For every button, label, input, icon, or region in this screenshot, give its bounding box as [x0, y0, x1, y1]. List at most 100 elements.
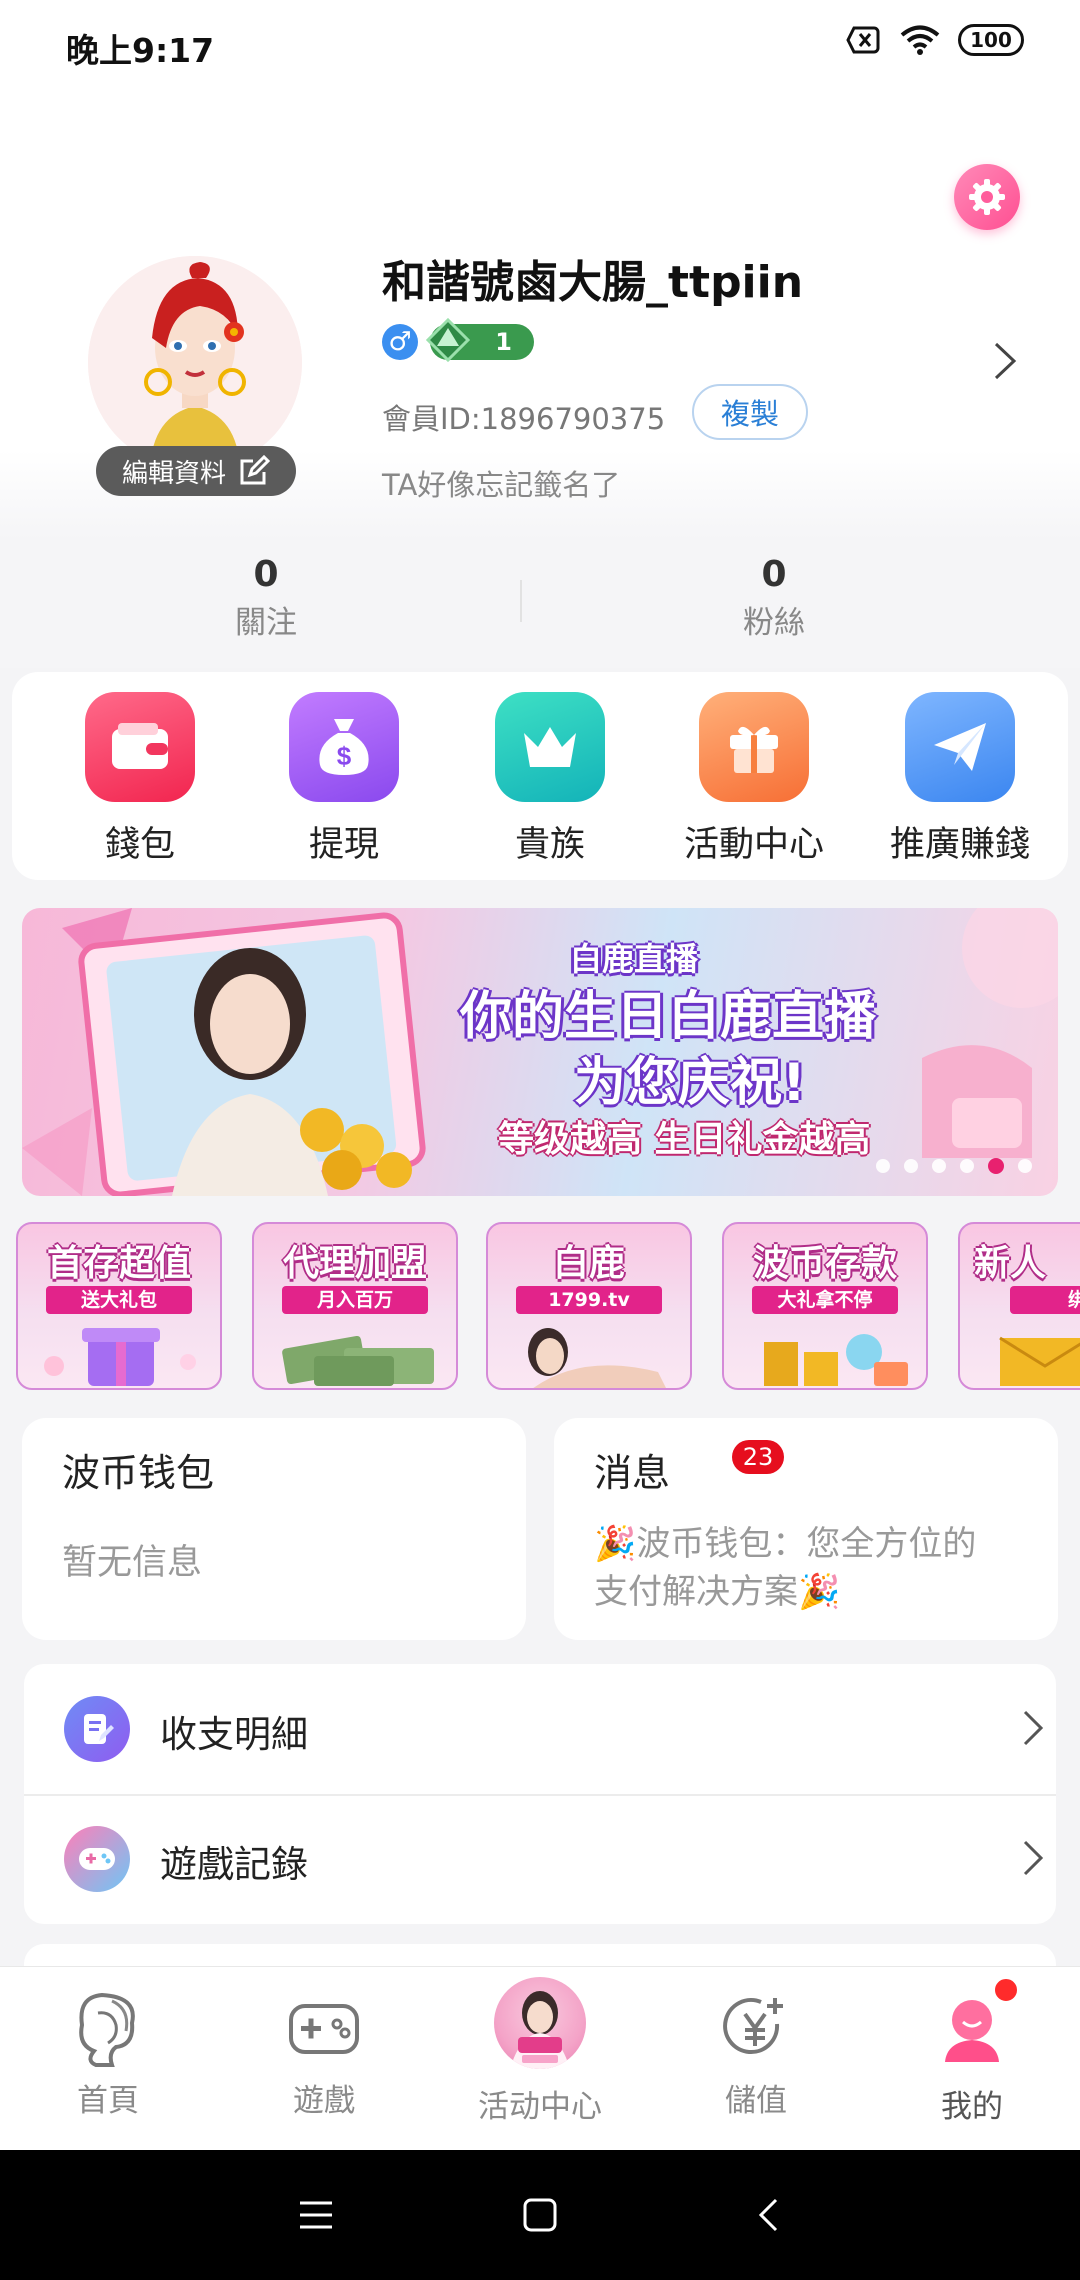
list-item-game-records[interactable]: 遊戲記錄	[24, 1794, 1056, 1924]
stat-following[interactable]: 0 關注	[116, 554, 416, 642]
list-item-label: 遊戲記錄	[160, 1843, 308, 1886]
edit-profile-label: 編輯資料	[121, 458, 226, 489]
list-item-transactions[interactable]: 收支明細	[24, 1664, 1056, 1794]
chevron-right-icon[interactable]	[990, 338, 1020, 384]
promo-title: 新人	[974, 1243, 1047, 1284]
woman-profile-icon	[68, 1989, 148, 2069]
promo-title: 首存超值	[46, 1243, 191, 1284]
following-count: 0	[253, 554, 279, 595]
cash-stack-icon	[282, 1335, 434, 1386]
gift-icon	[699, 692, 809, 802]
pagination-dot[interactable]	[988, 1158, 1004, 1174]
quick-action-promote[interactable]: 推廣賺錢	[870, 692, 1050, 867]
promo-title: 代理加盟	[282, 1243, 427, 1284]
quick-action-label: 提現	[308, 825, 379, 865]
level-number: 1	[495, 328, 512, 356]
tab-label: 我的	[941, 2089, 1003, 2125]
quick-action-wallet[interactable]: 錢包	[50, 692, 230, 867]
pagination-dot[interactable]	[932, 1159, 946, 1173]
promo-title: 波币存款	[752, 1243, 897, 1284]
quick-action-nobility[interactable]: 貴族	[460, 692, 640, 867]
banner-subline: 等级越高 生日礼金越高	[498, 1119, 871, 1160]
avatar[interactable]	[88, 256, 302, 470]
model-photo-icon	[528, 1328, 666, 1388]
tab-mine[interactable]: 我的	[864, 1967, 1080, 2151]
settings-button[interactable]	[954, 164, 1020, 230]
promo-subtitle: 月入百万	[282, 1286, 428, 1314]
quick-action-label: 推廣賺錢	[889, 825, 1030, 865]
back-nav-button[interactable]	[738, 2190, 798, 2240]
copy-button[interactable]: 複製	[692, 384, 808, 440]
notification-dot	[992, 1976, 1020, 2004]
badges: ♂ 1	[382, 318, 534, 362]
quick-action-label: 活動中心	[683, 825, 824, 865]
tab-label: 遊戲	[293, 2083, 355, 2119]
tab-activity-center[interactable]: 活动中心	[432, 1967, 648, 2151]
stat-divider	[520, 580, 522, 622]
tab-home[interactable]: 首頁	[0, 1967, 216, 2151]
home-nav-button[interactable]	[510, 2190, 570, 2240]
chevron-right-icon	[1023, 1840, 1044, 1876]
back-icon	[758, 2198, 778, 2232]
envelope-icon	[999, 1336, 1080, 1386]
quick-action-withdraw[interactable]: $ 提現	[254, 692, 434, 867]
promo-card[interactable]: 白鹿 1799.tv	[486, 1222, 692, 1390]
promo-card[interactable]: 首存超值 送大礼包	[16, 1222, 222, 1390]
status-icons: 100	[846, 24, 1024, 56]
pagination-dot[interactable]	[960, 1159, 974, 1173]
wallet-card-body: 暂无信息	[62, 1543, 203, 1583]
promo-card[interactable]: 新人 绑定手机	[958, 1222, 1080, 1390]
pagination-dot[interactable]	[876, 1159, 890, 1173]
level-badge: 1	[426, 318, 534, 362]
follow-stats: 0 關注 0 粉絲	[0, 540, 1080, 668]
paper-plane-icon	[905, 692, 1015, 802]
gamepad-icon	[284, 1989, 364, 2069]
signature: TA好像忘記籤名了	[382, 468, 621, 502]
svg-text:$: $	[337, 741, 352, 771]
profile-header: 編輯資料 和諧號鹵大腸_ttpiin ♂ 1 會員ID:1896790375 複…	[0, 88, 1080, 540]
banner-headline-2: 为您庆祝!	[574, 1053, 806, 1113]
gift-box-icon	[44, 1328, 196, 1386]
system-navigation-bar	[0, 2150, 1080, 2280]
promo-cards: 首存超值 送大礼包 代理加盟 月入百万 白鹿 1799.tv 波币存款 大礼拿不…	[16, 1222, 1080, 1392]
wallet-card[interactable]: 波币钱包 暂无信息	[22, 1418, 526, 1640]
menu-icon	[300, 2201, 332, 2229]
menu-nav-button[interactable]	[286, 2190, 346, 2240]
promo-card[interactable]: 代理加盟 月入百万	[252, 1222, 458, 1390]
promo-subtitle: 送大礼包	[46, 1286, 192, 1314]
quick-action-label: 貴族	[514, 825, 585, 865]
avatar-cartoon-icon	[88, 256, 302, 470]
member-id: 會員ID:1896790375	[382, 402, 666, 436]
banner-pagination	[876, 1158, 1032, 1174]
money-bag-icon: $	[289, 692, 399, 802]
following-label: 關注	[235, 605, 297, 641]
promo-title: 白鹿	[552, 1243, 625, 1284]
list-item-label: 收支明細	[160, 1713, 308, 1756]
fans-label: 粉絲	[743, 605, 805, 641]
crown-icon	[495, 692, 605, 802]
message-card[interactable]: 消息 23 🎉波币钱包：您全方位的 支付解决方案🎉	[554, 1418, 1058, 1640]
tab-games[interactable]: 遊戲	[216, 1967, 432, 2151]
fans-count: 0	[761, 554, 787, 595]
promo-subtitle: 大礼拿不停	[752, 1286, 898, 1314]
message-preview-line1: 🎉波币钱包：您全方位的	[594, 1524, 977, 1564]
banner-headline: 你的生日白鹿直播	[460, 987, 877, 1047]
coins-icon	[764, 1334, 908, 1386]
message-card-title: 消息	[594, 1451, 671, 1495]
gamepad-icon	[64, 1826, 130, 1892]
edit-profile-button[interactable]: 編輯資料	[96, 446, 296, 496]
tab-label: 首頁	[77, 2083, 139, 2119]
promo-banner[interactable]: 白鹿直播 你的生日白鹿直播 为您庆祝! 等级越高 生日礼金越高	[22, 908, 1058, 1196]
tab-top-up[interactable]: 儲值	[648, 1967, 864, 2151]
battery-indicator: 100	[958, 24, 1024, 56]
pagination-dot[interactable]	[1018, 1159, 1032, 1173]
edit-icon	[240, 455, 270, 485]
promo-subtitle: 绑定手机	[1010, 1286, 1080, 1314]
wallet-card-title: 波币钱包	[62, 1451, 215, 1495]
document-edit-icon	[64, 1696, 130, 1762]
pagination-dot[interactable]	[904, 1159, 918, 1173]
quick-action-activity-center[interactable]: 活動中心	[664, 692, 844, 867]
stat-fans[interactable]: 0 粉絲	[624, 554, 924, 642]
gender-male-icon: ♂	[382, 324, 418, 360]
promo-card[interactable]: 波币存款 大礼拿不停	[722, 1222, 928, 1390]
